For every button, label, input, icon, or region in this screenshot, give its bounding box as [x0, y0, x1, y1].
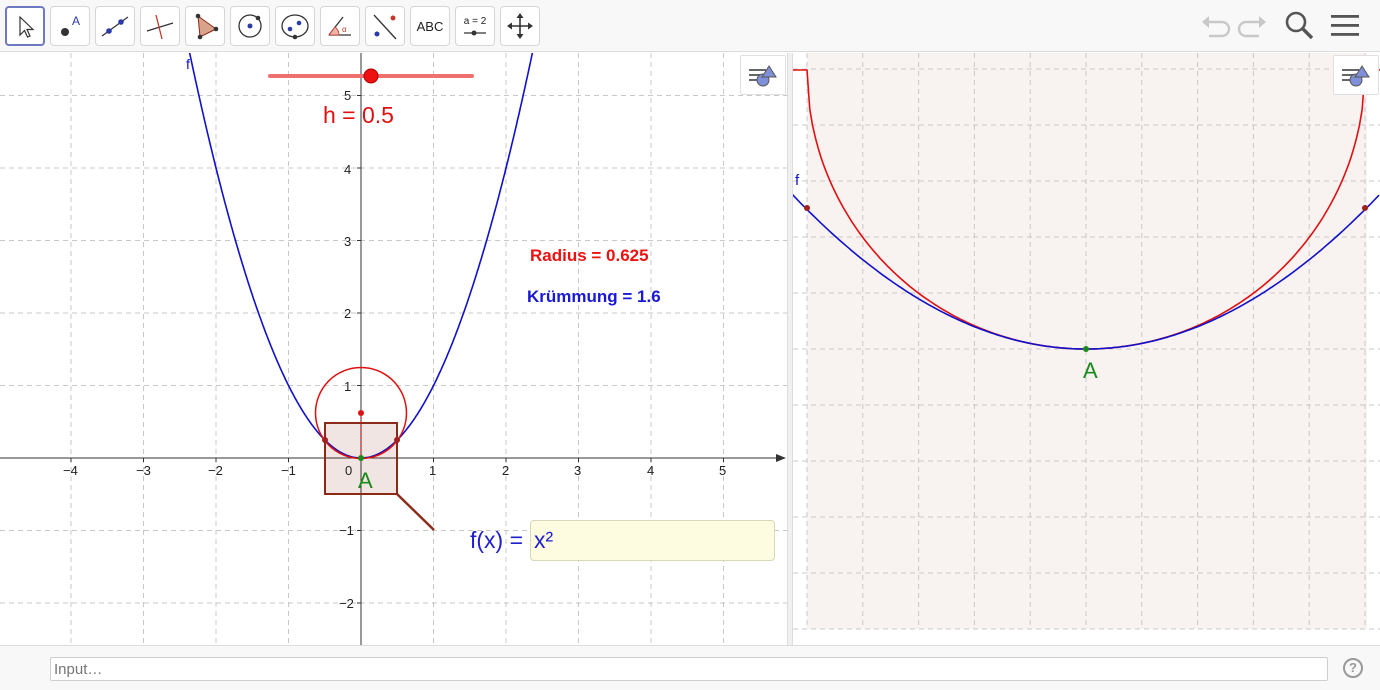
- search-icon: [1285, 11, 1314, 40]
- polygon-icon: [195, 13, 219, 40]
- algebra-input-field[interactable]: [50, 657, 1328, 681]
- ellipse-tool-button[interactable]: [275, 6, 315, 46]
- undo-icon: [1202, 16, 1231, 38]
- point-A: [358, 455, 364, 461]
- function-input-box[interactable]: x²: [530, 520, 775, 561]
- style-bar-icon: [749, 65, 777, 87]
- toolbar: A α ABC a = 2: [0, 0, 1380, 52]
- x-tick-label: 1: [429, 463, 437, 478]
- angle-icon: α: [328, 16, 351, 36]
- svg-text:α: α: [342, 25, 347, 34]
- intersection-point-right: [394, 437, 400, 443]
- circle-center-point: [358, 410, 364, 416]
- y-tick-label: −2: [339, 596, 354, 611]
- style-bar-toggle-2[interactable]: [1333, 55, 1379, 95]
- x-tick-label: 5: [719, 463, 727, 478]
- slider-h-label: h = 0.5: [323, 102, 394, 128]
- input-bar: ?: [0, 645, 1380, 690]
- graphics-view-1[interactable]: f A −4 −3 −2 −1 0 1 2 3 4 5 5 4 3 2 1 −1…: [0, 53, 787, 645]
- y-tick-label: 3: [344, 234, 352, 249]
- search-button[interactable]: [1281, 8, 1317, 44]
- x-tick-label: 4: [647, 463, 655, 478]
- point-A-label: A: [358, 468, 373, 493]
- perpendicular-tool-button[interactable]: [140, 6, 180, 46]
- line-tool-button[interactable]: [95, 6, 135, 46]
- redo-button[interactable]: [1234, 8, 1270, 44]
- intersection-point-right: [1362, 205, 1368, 211]
- undo-button[interactable]: [1198, 8, 1234, 44]
- zoom-rectangle-handle: [396, 493, 435, 531]
- slider-icon: [464, 30, 486, 36]
- y-tick-label: 2: [344, 306, 352, 321]
- zoom-area-background: [807, 53, 1367, 629]
- circle-tool-button[interactable]: [230, 6, 270, 46]
- curvature-text: Krümmung = 1.6: [527, 287, 661, 306]
- slider-tool-button[interactable]: a = 2: [455, 6, 495, 46]
- function-label: f: [186, 56, 190, 72]
- svg-text:A: A: [72, 14, 80, 28]
- style-bar-icon: [1342, 65, 1370, 87]
- radius-text: Radius = 0.625: [530, 246, 649, 265]
- perpendicular-line-icon: [146, 14, 174, 40]
- x-tick-label: −4: [63, 463, 78, 478]
- reflect-about-line-icon: [373, 14, 397, 40]
- text-tool-label: ABC: [416, 18, 444, 34]
- angle-tool-button[interactable]: α: [320, 6, 360, 46]
- point-icon: A: [61, 14, 80, 36]
- x-tick-label: 0: [345, 463, 353, 478]
- graphics-view-2-canvas: [793, 53, 1380, 630]
- y-tick-label: 1: [344, 379, 352, 394]
- move-graphics-tool-button[interactable]: [500, 6, 540, 46]
- function-input-caption: f(x) =: [470, 527, 524, 553]
- style-bar-toggle-1[interactable]: [740, 55, 786, 95]
- main-menu-button[interactable]: [1328, 8, 1364, 44]
- x-tick-label: 2: [502, 463, 510, 478]
- ellipse-icon: [281, 14, 309, 40]
- x-tick-label: −3: [136, 463, 151, 478]
- function-label-zoomed: f: [795, 172, 800, 189]
- move-tool-button[interactable]: [5, 6, 45, 46]
- arrow-cursor-icon: [19, 15, 35, 38]
- x-tick-label: 3: [574, 463, 582, 478]
- y-tick-label: 5: [344, 88, 352, 103]
- geogebra-app: A α ABC a = 2 f A −4 −3 −2 −1 0 1 2 3 4 …: [0, 0, 1380, 690]
- help-button[interactable]: ?: [1343, 658, 1363, 678]
- circle-center-point-icon: [238, 14, 262, 38]
- reflect-tool-button[interactable]: [365, 6, 405, 46]
- x-tick-label: −2: [208, 463, 223, 478]
- line-through-points-icon: [101, 16, 129, 37]
- intersection-point-left: [322, 437, 328, 443]
- intersection-point-left: [804, 205, 810, 211]
- redo-icon: [1237, 16, 1266, 38]
- graphics-view-2[interactable]: f A: [793, 53, 1380, 645]
- move-graphics-view-icon: [507, 13, 533, 39]
- text-tool-button[interactable]: ABC: [410, 6, 450, 46]
- y-tick-label: 4: [344, 162, 352, 177]
- point-tool-button[interactable]: A: [50, 6, 90, 46]
- point-A-label-zoomed: A: [1083, 358, 1098, 383]
- polygon-tool-button[interactable]: [185, 6, 225, 46]
- point-A: [1083, 346, 1089, 352]
- slider-h-handle[interactable]: [363, 68, 379, 84]
- y-tick-label: −1: [339, 523, 354, 538]
- menu-icon: [1331, 15, 1359, 36]
- x-tick-label: −1: [281, 463, 296, 478]
